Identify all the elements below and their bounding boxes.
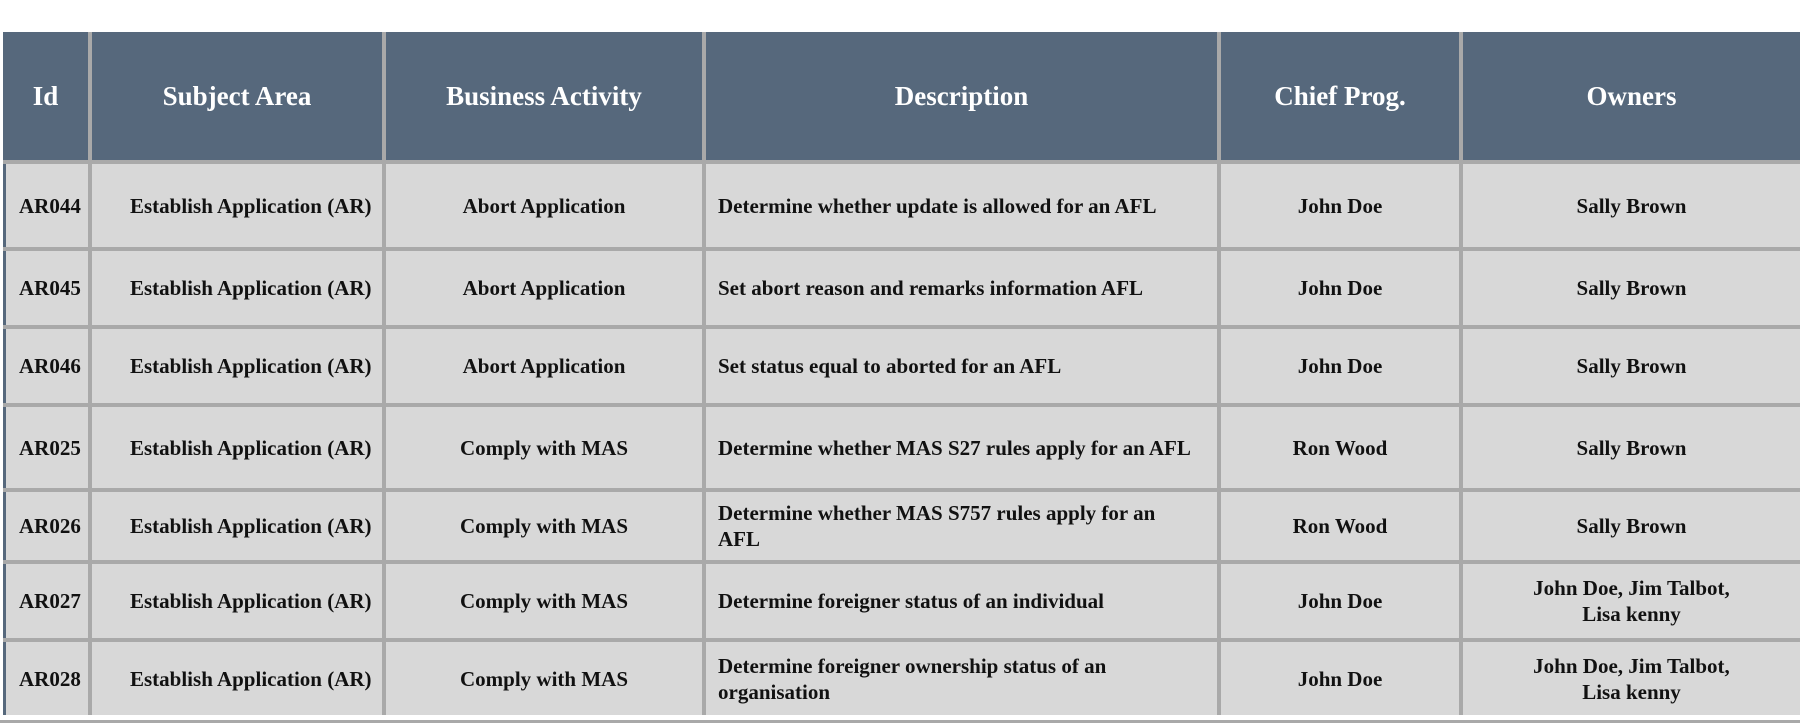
column-header-business-activity: Business Activity — [386, 32, 706, 160]
cell-business-activity: Abort Application — [386, 329, 706, 403]
cell-description: Determine foreigner ownership status of … — [706, 642, 1221, 715]
cell-description: Determine whether MAS S27 rules apply fo… — [706, 407, 1221, 488]
cell-owners: Sally Brown — [1576, 514, 1687, 538]
cell-description: Set status equal to aborted for an AFL — [706, 329, 1221, 403]
cell-id: AR025 — [3, 407, 92, 488]
cell-id: AR026 — [3, 492, 92, 560]
cell-id: AR046 — [3, 329, 92, 403]
cell-owners: Sally Brown — [1576, 354, 1687, 378]
cell-owners: Sally Brown — [1576, 276, 1687, 300]
cell-business-activity: Comply with MAS — [386, 407, 706, 488]
column-header-description: Description — [706, 32, 1221, 160]
cell-description: Determine foreigner status of an individ… — [706, 564, 1221, 638]
table-row: AR045 Establish Application (AR) Abort A… — [3, 247, 1800, 325]
cell-business-activity: Comply with MAS — [386, 492, 706, 560]
cell-id: AR027 — [3, 564, 92, 638]
column-header-chief-prog: Chief Prog. — [1221, 32, 1463, 160]
cell-owners: Sally Brown — [1576, 193, 1687, 218]
column-header-id: Id — [3, 32, 92, 160]
table-row: AR028 Establish Application (AR) Comply … — [3, 638, 1800, 715]
cell-id: AR028 — [3, 642, 92, 715]
cell-business-activity: Abort Application — [386, 251, 706, 325]
column-header-subject-area: Subject Area — [92, 32, 386, 160]
cell-owners: John Doe, Jim Talbot, Lisa kenny — [1533, 653, 1730, 704]
cell-description: Determine whether update is allowed for … — [706, 164, 1221, 247]
cell-chief-prog: John Doe — [1221, 251, 1463, 325]
cell-owners: John Doe, Jim Talbot, Lisa kenny — [1533, 576, 1730, 626]
cell-business-activity: Comply with MAS — [386, 564, 706, 638]
cell-subject-area: Establish Application (AR) — [92, 492, 386, 560]
cell-subject-area: Establish Application (AR) — [92, 164, 386, 247]
cell-subject-area: Establish Application (AR) — [92, 564, 386, 638]
table-row: AR026 Establish Application (AR) Comply … — [3, 488, 1800, 560]
cell-business-activity: Comply with MAS — [386, 642, 706, 715]
cell-description: Determine whether MAS S757 rules apply f… — [706, 492, 1221, 560]
cell-subject-area: Establish Application (AR) — [92, 407, 386, 488]
table-row: AR044 Establish Application (AR) Abort A… — [3, 160, 1800, 247]
cell-id: AR045 — [3, 251, 92, 325]
cell-chief-prog: Ron Wood — [1221, 492, 1463, 560]
table-header-row: Id Subject Area Business Activity Descri… — [3, 32, 1800, 160]
cell-chief-prog: John Doe — [1221, 642, 1463, 715]
cell-chief-prog: Ron Wood — [1221, 407, 1463, 488]
cell-chief-prog: John Doe — [1221, 164, 1463, 247]
cell-owners: Sally Brown — [1576, 435, 1687, 460]
cell-subject-area: Establish Application (AR) — [92, 329, 386, 403]
table-row: AR027 Establish Application (AR) Comply … — [3, 560, 1800, 638]
cell-subject-area: Establish Application (AR) — [92, 251, 386, 325]
cell-subject-area: Establish Application (AR) — [92, 642, 386, 715]
cell-chief-prog: John Doe — [1221, 564, 1463, 638]
features-table: Id Subject Area Business Activity Descri… — [3, 32, 1800, 715]
column-header-owners: Owners — [1586, 80, 1677, 111]
table-row: AR025 Establish Application (AR) Comply … — [3, 403, 1800, 488]
table-row: AR046 Establish Application (AR) Abort A… — [3, 325, 1800, 403]
cell-description: Set abort reason and remarks information… — [706, 251, 1221, 325]
cell-business-activity: Abort Application — [386, 164, 706, 247]
cell-chief-prog: John Doe — [1221, 329, 1463, 403]
cell-id: AR044 — [3, 164, 92, 247]
